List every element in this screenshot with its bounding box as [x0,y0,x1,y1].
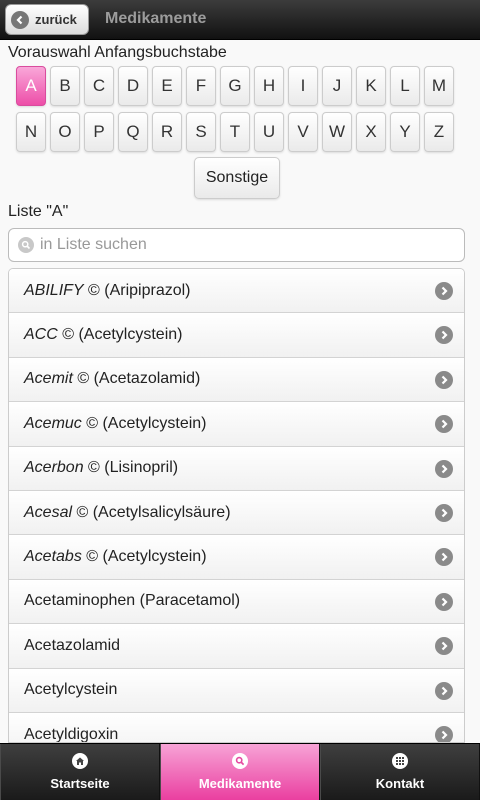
letter-button-n[interactable]: N [16,112,46,152]
letter-button-m[interactable]: M [424,66,454,106]
tab-kontakt[interactable]: Kontakt [320,744,480,800]
brand-name: Acesal [24,503,73,521]
ingredient-name: Acetylcystein [24,681,118,699]
list-item[interactable]: ACC © (Acetylcystein) [9,313,464,358]
letter-button-g[interactable]: G [220,66,250,106]
chevron-right-icon [435,725,453,742]
chevron-right-icon [435,282,453,300]
ingredient-name: © (Acetylcystein) [57,326,183,344]
ingredient-name: © (Aripiprazol) [83,281,191,299]
search-input[interactable] [40,236,440,254]
list-title: Liste "A" [8,203,69,220]
list-item-label: Acetylcystein [24,681,117,699]
tab-label: Kontakt [375,776,425,791]
letter-button-i[interactable]: I [288,66,318,106]
home-icon [72,753,88,769]
back-arrow-icon [11,10,29,29]
list-item-label: Acemit © (Acetazolamid) [24,370,200,388]
chevron-right-icon [435,592,453,611]
letter-button-a[interactable]: A [16,66,46,106]
chevron-right-icon [435,370,453,389]
chevron-right-icon [435,681,453,700]
brand-name: Acetabs [24,548,82,566]
letter-button-v[interactable]: V [288,112,318,152]
tab-label: Medikamente [198,776,282,791]
chevron-right-icon [435,637,453,656]
tab-label: Startseite [50,776,110,791]
chevron-right-icon [435,415,453,434]
brand-name: ABILIFY [24,281,84,299]
ingredient-name: © (Lisinopril) [83,459,179,477]
brand-name: Acemuc [24,414,82,432]
list-item-label: Acemuc © (Acetylcystein) [24,415,207,433]
back-button-label: zurück [35,12,77,27]
letter-button-d[interactable]: D [118,66,148,106]
ingredient-name: © (Acetazolamid) [72,370,201,388]
letter-button-s[interactable]: S [186,112,216,152]
ingredient-name: © (Acetylsalicylsäure) [72,503,231,521]
letter-button-r[interactable]: R [152,112,182,152]
letter-button-c[interactable]: C [84,66,114,106]
letter-button-h[interactable]: H [254,66,284,106]
letter-button-z[interactable]: Z [424,112,454,152]
search-box [8,228,465,262]
ingredient-name: © (Acetylcystein) [81,548,207,566]
letter-button-x[interactable]: X [356,112,386,152]
header-bar: zurück Medikamente [0,0,480,40]
letter-button-q[interactable]: Q [118,112,148,152]
list-item[interactable]: Acetylcystein [9,668,464,713]
letter-button-t[interactable]: T [220,112,250,152]
list-item-label: Acetazolamid [24,637,120,655]
letter-button-w[interactable]: W [322,112,352,152]
brand-name: ACC [24,326,58,344]
tab-bar: Startseite Medikamente Kontakt [0,743,480,800]
list-item-label: Acetabs © (Acetylcystein) [24,548,207,566]
letter-button-y[interactable]: Y [390,112,420,152]
brand-name: Acemit [24,370,73,388]
list-item[interactable]: Acesal © (Acetylsalicylsäure) [9,490,464,536]
list-item-label: Acetyldigoxin [24,725,119,743]
medication-list: ABILIFY © (Aripiprazol) ACC © (Acetylcyst… [8,268,465,743]
list-item[interactable]: Acetaminophen (Paracetamol) [9,579,464,625]
preselect-label: Vorauswahl Anfangsbuchstabe [8,44,227,61]
ingredient-name: Acetyldigoxin [24,725,119,743]
list-item[interactable]: Acemuc © (Acetylcystein) [9,402,464,447]
letter-button-b[interactable]: B [50,66,80,106]
chevron-right-icon [435,326,453,345]
ingredient-name: © (Acetylcystein) [81,414,207,432]
letter-button-u[interactable]: U [254,112,284,152]
list-item-label: Acetaminophen (Paracetamol) [24,592,240,610]
chevron-right-icon [435,503,453,522]
letter-button-e[interactable]: E [152,66,182,106]
list-item[interactable]: Acerbon © (Lisinopril) [9,446,464,491]
list-item-label: Acerbon © (Lisinopril) [24,459,178,477]
tab-medikamente[interactable]: Medikamente [160,744,320,800]
other-letters-button[interactable]: Sonstige [194,157,280,199]
list-item[interactable]: Acetazolamid [9,624,464,669]
list-item[interactable]: Acetyldigoxin [9,712,464,743]
list-item[interactable]: Acemit © (Acetazolamid) [9,357,464,403]
letter-button-k[interactable]: K [356,66,386,106]
list-item[interactable]: Acetabs © (Acetylcystein) [9,535,464,580]
list-item-label: ABILIFY © (Aripiprazol) [24,282,191,300]
letter-button-l[interactable]: L [390,66,420,106]
list-item-label: Acesal © (Acetylsalicylsäure) [24,504,231,522]
search-icon [18,237,34,253]
chevron-right-icon [435,548,453,567]
letter-button-f[interactable]: F [186,66,216,106]
grid-icon [392,753,408,769]
letter-button-p[interactable]: P [84,112,114,152]
ingredient-name: Acetazolamid [24,636,121,654]
letter-button-o[interactable]: O [50,112,80,152]
ingredient-name: Acetaminophen (Paracetamol) [24,592,241,610]
list-item[interactable]: ABILIFY © (Aripiprazol) [9,269,464,314]
page-title: Medikamente [105,10,207,27]
list-item-label: ACC © (Acetylcystein) [24,326,182,344]
back-button[interactable]: zurück [5,4,89,35]
search-icon [232,753,248,769]
tab-startseite[interactable]: Startseite [0,744,160,800]
chevron-right-icon [435,459,453,478]
brand-name: Acerbon [24,459,84,477]
letter-button-j[interactable]: J [322,66,352,106]
